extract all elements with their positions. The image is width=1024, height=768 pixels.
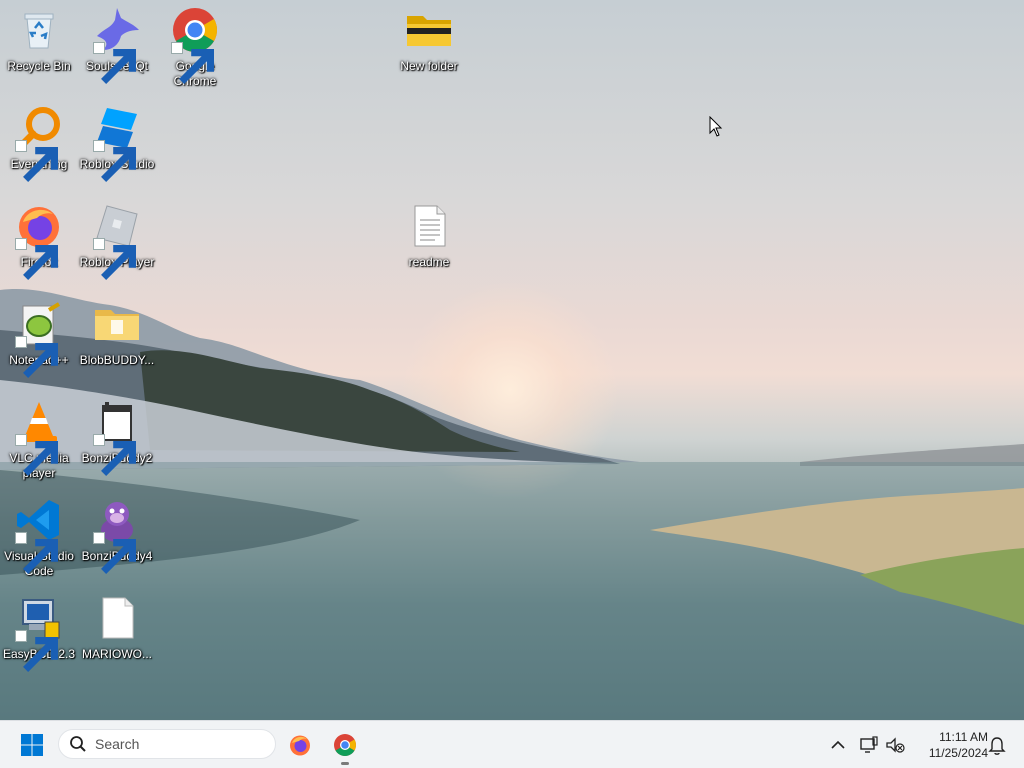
shortcut-arrow-icon [93, 434, 136, 476]
firefox-icon [15, 202, 63, 280]
icon-label: New folder [400, 59, 458, 73]
shortcut-arrow-icon [15, 238, 58, 280]
desktop-icon-everything[interactable]: Everything [0, 100, 78, 182]
desktop-icon-roblox-studio[interactable]: Roblox Studio [78, 100, 156, 182]
notification-bell-icon[interactable] [986, 734, 1008, 756]
search-icon [70, 736, 86, 752]
mouse-cursor-icon [709, 115, 723, 143]
vlc-icon [15, 398, 63, 476]
shortcut-arrow-icon [171, 42, 214, 84]
desktop-icon-soulseek[interactable]: SoulseekQt [78, 2, 156, 84]
shortcut-arrow-icon [93, 238, 136, 280]
show-hidden-icons-chevron-icon[interactable] [828, 735, 848, 755]
desktop-icon-mariowo[interactable]: MARIOWO... [78, 590, 156, 662]
easybcd-icon [15, 594, 63, 672]
desktop-icon-readme[interactable]: readme [390, 198, 468, 270]
recycle-bin-icon [15, 6, 63, 54]
icon-label: readme [408, 255, 450, 269]
clock-time: 11:11 AM [939, 730, 988, 744]
bonzi-gorilla-icon [93, 496, 141, 574]
roblox-player-icon [93, 202, 141, 280]
app-window-icon [93, 398, 141, 476]
taskbar-app-firefox[interactable] [285, 730, 315, 760]
everything-search-icon [15, 104, 63, 182]
shortcut-arrow-icon [15, 434, 58, 476]
running-indicator [341, 762, 349, 765]
shortcut-arrow-icon [15, 336, 58, 378]
blank-file-icon [93, 594, 141, 642]
folder-icon [93, 300, 141, 348]
network-icon[interactable] [858, 734, 880, 756]
windows-logo-icon [21, 734, 43, 756]
desktop-icon-vscode[interactable]: Visual Studio Code [0, 492, 78, 579]
desktop-icon-google-chrome[interactable]: Google Chrome [156, 2, 234, 89]
shortcut-arrow-icon [15, 630, 58, 672]
desktop-icon-bonzibuddy4[interactable]: BonziBuddy4 [78, 492, 156, 574]
chrome-icon [171, 6, 219, 84]
desktop-icon-firefox[interactable]: Firefox [0, 198, 78, 280]
folder-icon [405, 6, 453, 54]
start-button[interactable] [14, 731, 50, 759]
desktop[interactable]: Recycle Bin Everything Firefox Notepad++… [0, 0, 1024, 720]
desktop-icon-recycle-bin[interactable]: Recycle Bin [0, 2, 78, 74]
shortcut-arrow-icon [93, 532, 136, 574]
search-placeholder: Search [95, 736, 140, 752]
icon-label: Recycle Bin [7, 59, 71, 73]
taskbar-app-chrome[interactable] [330, 730, 360, 765]
desktop-icon-easybcd[interactable]: EasyBCD 2.3 [0, 590, 78, 672]
desktop-icon-new-folder[interactable]: New folder [390, 2, 468, 74]
taskbar: Search 11:11 AM 11/25/2024 [0, 720, 1024, 768]
shortcut-arrow-icon [93, 140, 136, 182]
desktop-icon-blobbuddy-folder[interactable]: BlobBUDDY... [78, 296, 156, 368]
chrome-icon [334, 734, 356, 756]
roblox-studio-icon [93, 104, 141, 182]
vscode-icon [15, 496, 63, 574]
volume-muted-icon[interactable] [884, 734, 906, 756]
shortcut-arrow-icon [93, 42, 136, 84]
icon-label: BlobBUDDY... [79, 353, 155, 367]
text-file-icon [405, 202, 453, 250]
soulseek-icon [93, 6, 141, 84]
clock-date: 11/25/2024 [928, 746, 988, 760]
taskbar-search-box[interactable]: Search [58, 729, 276, 759]
icon-label: MARIOWO... [82, 647, 152, 661]
firefox-icon [290, 735, 310, 756]
desktop-icon-bonzibuddy2[interactable]: BonziBuddy2 [78, 394, 156, 476]
shortcut-arrow-icon [15, 140, 58, 182]
desktop-icon-vlc[interactable]: VLC media player [0, 394, 78, 481]
desktop-icon-roblox-player[interactable]: Roblox Player [78, 198, 156, 280]
shortcut-arrow-icon [15, 532, 58, 574]
desktop-icon-notepad-plus-plus[interactable]: Notepad++ [0, 296, 78, 378]
system-clock[interactable]: 11:11 AM 11/25/2024 [912, 729, 988, 761]
notepad-plus-plus-icon [15, 300, 63, 378]
